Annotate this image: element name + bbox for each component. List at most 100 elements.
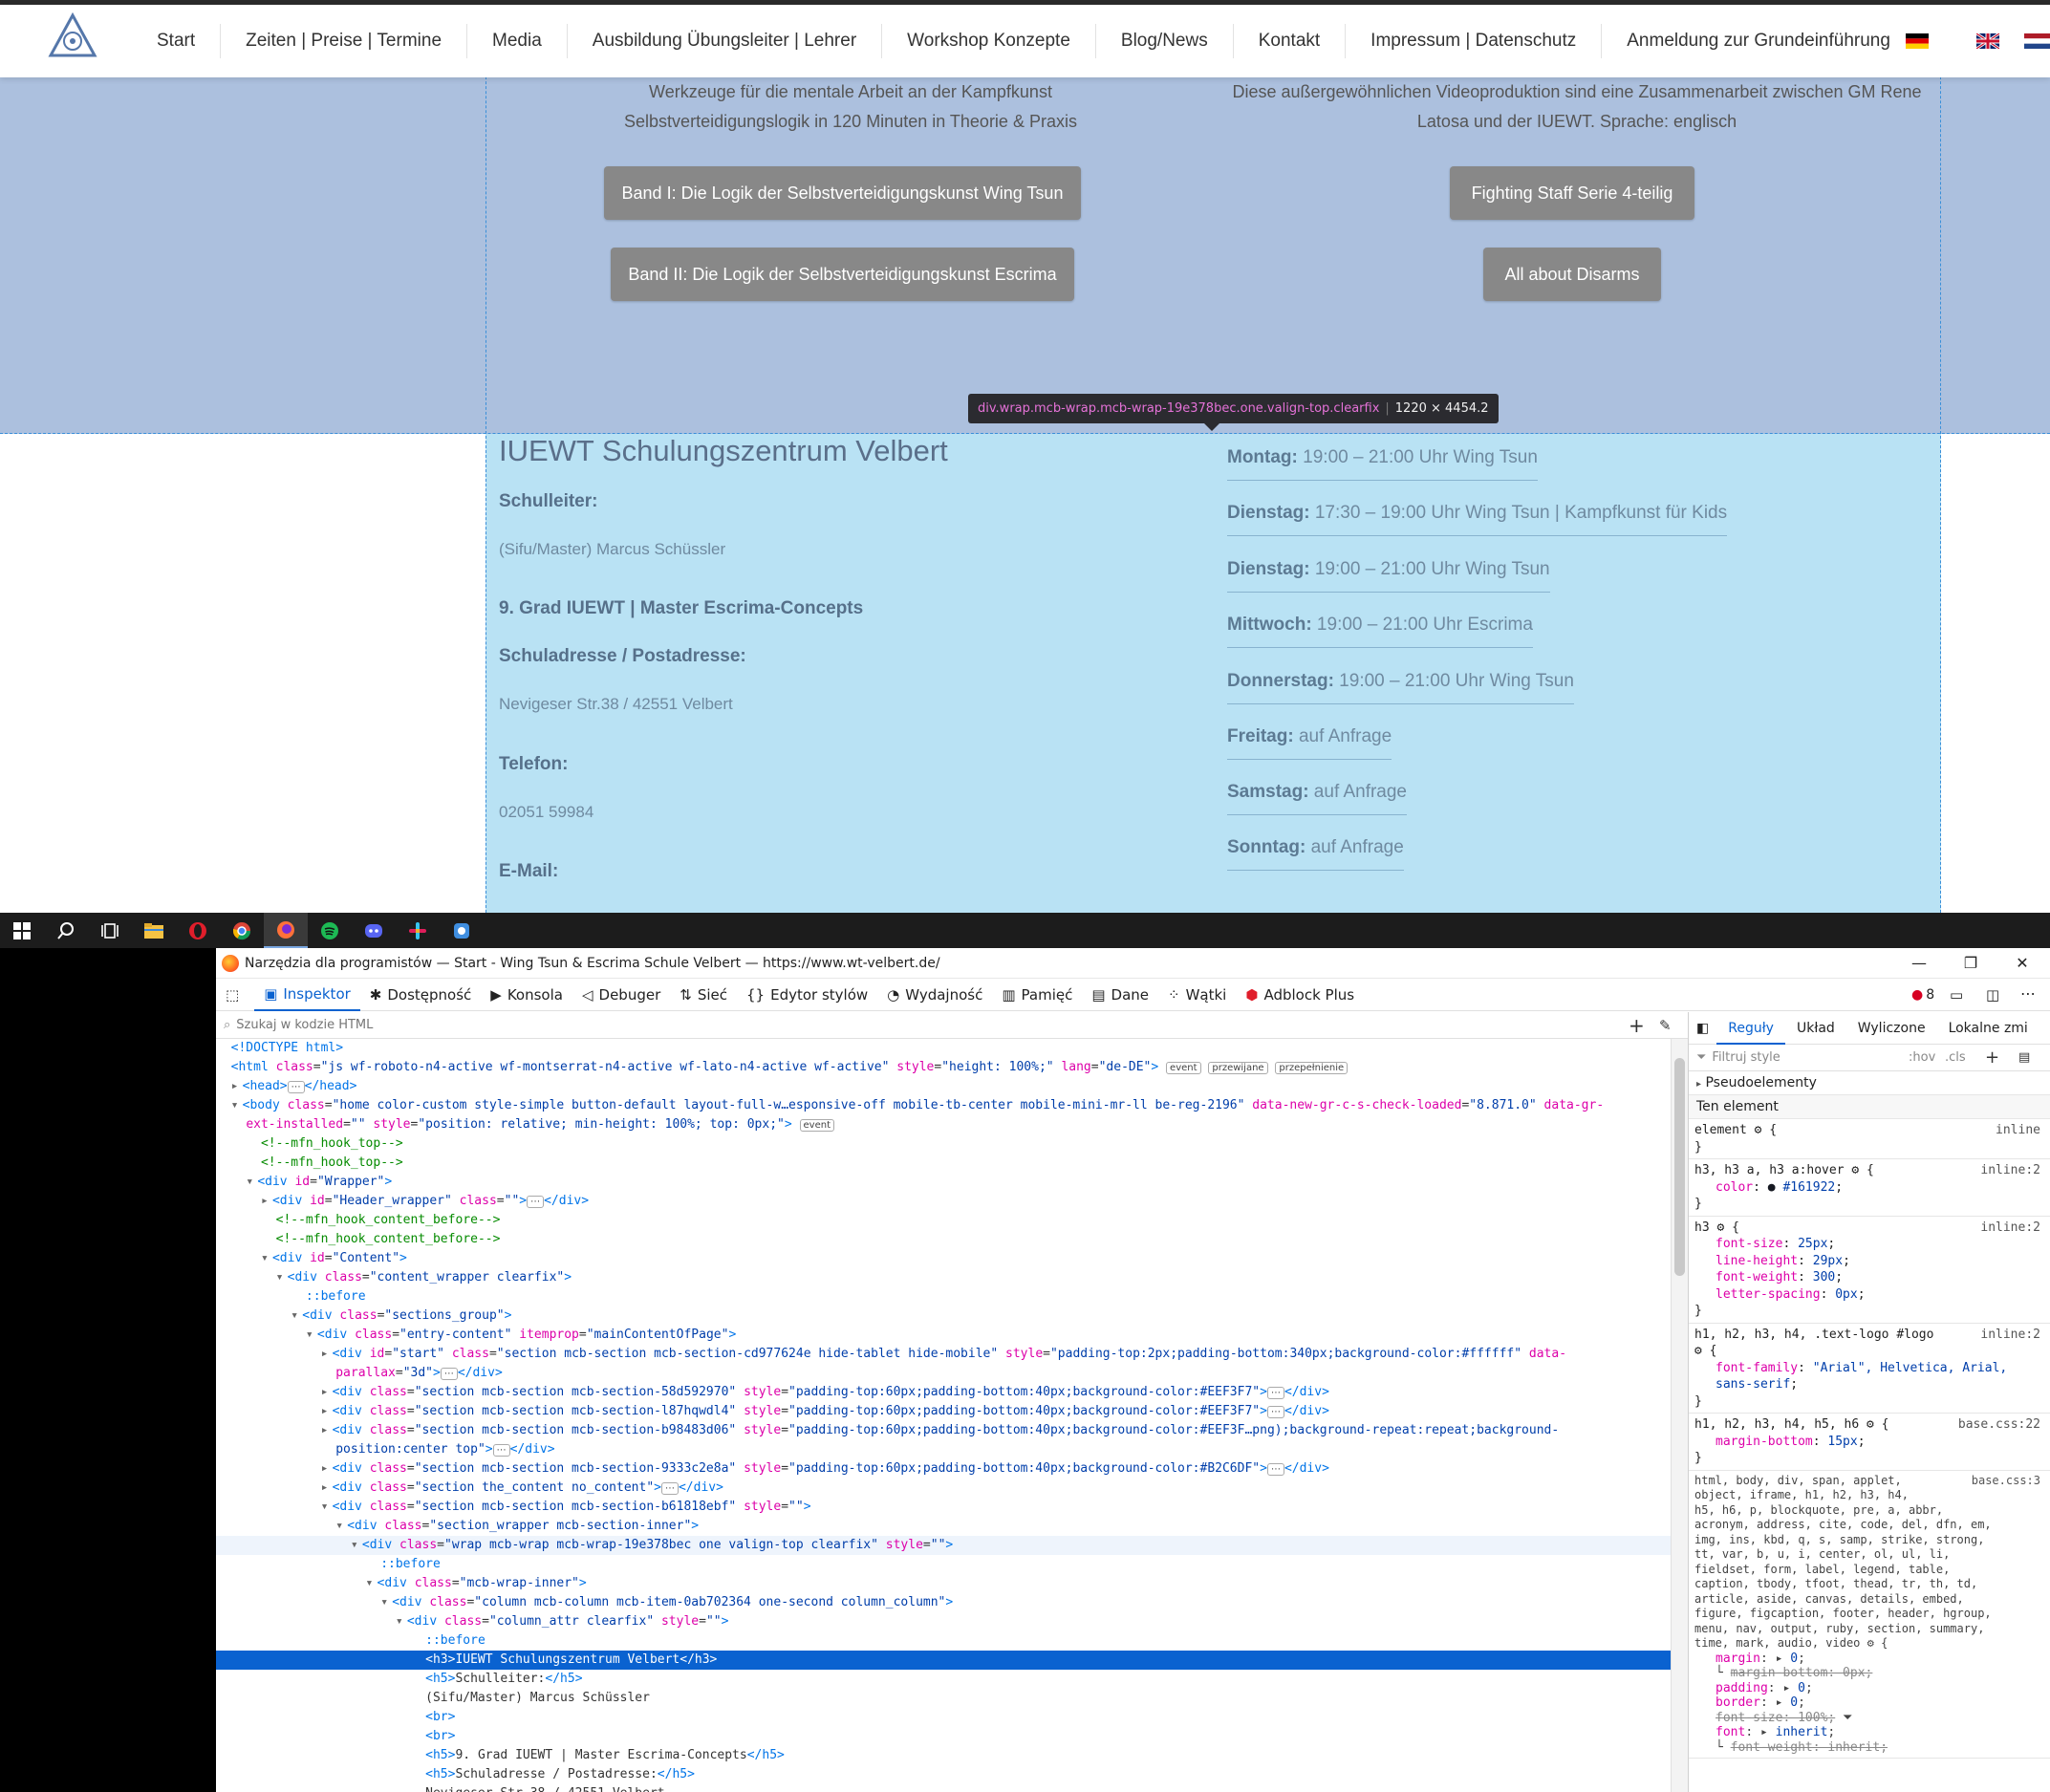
more-options-icon[interactable]: ⋯ xyxy=(2020,984,2036,1003)
german-flag-icon[interactable] xyxy=(1906,33,1929,49)
spotify-icon[interactable] xyxy=(308,913,352,948)
tree-line[interactable]: Nevigeser Str.38 / 42551 Velbert xyxy=(216,1784,1671,1792)
responsive-mode-icon[interactable]: ▭ xyxy=(1950,986,1963,1004)
tree-line[interactable]: ▾ <div id="Content"> xyxy=(216,1249,1671,1268)
band1-button[interactable]: Band I: Die Logik der Selbstverteidigung… xyxy=(604,166,1081,220)
tree-line[interactable]: <html class="js wf-roboto-n4-active wf-m… xyxy=(216,1058,1671,1077)
app-icon[interactable] xyxy=(440,913,484,948)
tree-line[interactable]: ▸ <div class="section mcb-section mcb-sec… xyxy=(216,1459,1671,1479)
tab-layout[interactable]: Układ xyxy=(1785,1012,1846,1045)
sidebar-toggle-icon[interactable]: ◧ xyxy=(1689,1012,1716,1045)
tree-line[interactable]: ::before xyxy=(216,1631,1671,1651)
tab-style-editor[interactable]: {} Edytor stylów xyxy=(737,979,877,1011)
tab-accessibility[interactable]: ✱ Dostępność xyxy=(360,979,482,1011)
firefox-icon[interactable] xyxy=(264,913,308,948)
nav-workshop[interactable]: Workshop Konzepte xyxy=(882,24,1096,58)
nav-start[interactable]: Start xyxy=(132,24,222,58)
scrollbar-thumb[interactable] xyxy=(1674,1058,1685,1276)
tree-line[interactable]: ▾ <body class="home color-custom style-si… xyxy=(216,1096,1671,1115)
chrome-icon[interactable] xyxy=(220,913,264,948)
tree-line[interactable]: ▾ <div class="column_attr clearfix" style… xyxy=(216,1612,1671,1631)
add-node-icon[interactable]: + xyxy=(1629,1014,1645,1037)
tree-line[interactable]: ▾ <div id="Wrapper"> xyxy=(216,1173,1671,1192)
eyedropper-icon[interactable]: ✎ xyxy=(1659,1017,1672,1034)
tab-console[interactable]: ▶ Konsola xyxy=(481,979,572,1011)
tree-line[interactable]: ▾ <div class="mcb-wrap-inner"> xyxy=(216,1574,1671,1593)
tree-line[interactable]: <h5>9. Grad IUEWT | Master Escrima-Conce… xyxy=(216,1746,1671,1765)
nav-anmeldung[interactable]: Anmeldung zur Grundeinführung xyxy=(1602,24,1915,58)
filter-styles-input[interactable]: Filtruj style xyxy=(1712,1050,1780,1065)
band2-button[interactable]: Band II: Die Logik der Selbstverteidigun… xyxy=(611,248,1074,301)
dock-icon[interactable]: ◫ xyxy=(1986,986,1999,1004)
rule-h3-font[interactable]: h3 ⚙ {inline:2 font-size: 25px; line-hei… xyxy=(1689,1217,2050,1324)
tab-debugger[interactable]: ◁ Debuger xyxy=(572,979,670,1011)
nav-impressum[interactable]: Impressum | Datenschutz xyxy=(1346,24,1603,58)
tab-network[interactable]: ⇅ Sieć xyxy=(670,979,737,1011)
element-picker-icon[interactable]: ⬚ xyxy=(216,979,254,1011)
tree-line[interactable]: ▾ <div class="section mcb-section mcb-sec… xyxy=(216,1498,1671,1517)
tab-threads[interactable]: ⁘ Wątki xyxy=(1158,979,1236,1011)
tree-line[interactable]: <br> xyxy=(216,1708,1671,1727)
file-explorer-icon[interactable] xyxy=(132,913,176,948)
tree-line[interactable]: ext-installed="" style="position: relati… xyxy=(216,1115,1671,1134)
fighting-staff-button[interactable]: Fighting Staff Serie 4-teilig xyxy=(1450,166,1694,220)
tree-line[interactable]: ▸ <div id="Header_wrapper" class=""> ⋯ </di… xyxy=(216,1192,1671,1211)
tree-line[interactable]: ▾ <div class="section_wrapper mcb-section… xyxy=(216,1517,1671,1536)
search-icon[interactable] xyxy=(44,913,88,948)
class-toggle[interactable]: .cls xyxy=(1945,1050,1966,1065)
tree-line[interactable]: <!--mfn_hook_top--> xyxy=(216,1154,1671,1173)
tree-line[interactable]: position:center top"> ⋯ </div> xyxy=(216,1440,1671,1459)
nav-zeiten[interactable]: Zeiten | Preise | Termine xyxy=(221,24,468,58)
windows-start-icon[interactable] xyxy=(0,913,44,948)
tab-rules[interactable]: Reguły xyxy=(1716,1012,1785,1045)
html-search-input[interactable] xyxy=(236,1018,1097,1032)
tree-line[interactable]: ▸ <div id="start" class="section mcb-sect… xyxy=(216,1345,1671,1364)
tree-line[interactable]: ▸ <div class="section mcb-section mcb-sec… xyxy=(216,1402,1671,1421)
opera-icon[interactable] xyxy=(176,913,220,948)
tree-line-selected[interactable]: <h3>IUEWT Schulungszentrum Velbert</h3> xyxy=(216,1651,1671,1670)
tree-line[interactable]: ▾ <div class="entry-content" itemprop="ma… xyxy=(216,1326,1671,1345)
close-icon[interactable]: ✕ xyxy=(1996,948,2048,979)
nav-blog[interactable]: Blog/News xyxy=(1096,24,1234,58)
pseudo-elements-toggle[interactable]: ▸ Pseudoelementy xyxy=(1689,1071,2050,1095)
nav-kontakt[interactable]: Kontakt xyxy=(1234,24,1347,58)
tree-line[interactable]: <h5>Schulleiter:</h5> xyxy=(216,1670,1671,1689)
error-counter[interactable]: ● 8 xyxy=(1911,979,1934,1011)
tree-line[interactable]: ▾ <div class="column mcb-column mcb-item-… xyxy=(216,1593,1671,1612)
html-tree-scrollbar[interactable] xyxy=(1671,1039,1688,1792)
tree-line[interactable]: parallax="3d"> ⋯ </div> xyxy=(216,1364,1671,1383)
rule-h3-color[interactable]: h3, h3 a, h3 a:hover ⚙ {inline:2 color: ●… xyxy=(1689,1159,2050,1217)
school-logo-icon[interactable] xyxy=(48,12,97,58)
task-view-icon[interactable] xyxy=(88,913,132,948)
uk-flag-icon[interactable] xyxy=(1976,33,1999,49)
rule-reset[interactable]: html, body, div, span, applet, base.css:3… xyxy=(1689,1471,2050,1759)
maximize-icon[interactable]: ❐ xyxy=(1945,948,1996,979)
tree-line[interactable]: <br> xyxy=(216,1727,1671,1746)
tree-line[interactable]: ::before xyxy=(216,1287,1671,1306)
tree-line[interactable]: ▸ <div class="section the_content no_cont… xyxy=(216,1479,1671,1498)
rule-heading-font-family[interactable]: h1, h2, h3, h4, .text-logo #logo inline:2… xyxy=(1689,1324,2050,1414)
tab-computed[interactable]: Wyliczone xyxy=(1846,1012,1937,1045)
slack-icon[interactable] xyxy=(396,913,440,948)
tree-line[interactable]: ▾ <div class="wrap mcb-wrap mcb-wrap-19e3… xyxy=(216,1536,1671,1555)
tab-performance[interactable]: ◔ Wydajność xyxy=(877,979,992,1011)
nav-ausbildung[interactable]: Ausbildung Übungsleiter | Lehrer xyxy=(568,24,883,58)
tab-storage[interactable]: ▤ Dane xyxy=(1082,979,1158,1011)
tab-memory[interactable]: ▥ Pamięć xyxy=(992,979,1082,1011)
rule-element[interactable]: element ⚙ {inline} xyxy=(1689,1119,2050,1159)
tree-line[interactable]: ▸ <div class="section mcb-section mcb-sec… xyxy=(216,1421,1671,1440)
tree-line[interactable]: <!--mfn_hook_content_before--> xyxy=(216,1211,1671,1230)
tree-line[interactable]: ▸ <div class="section mcb-section mcb-sec… xyxy=(216,1383,1671,1402)
tree-line[interactable]: ▾ <div class="content_wrapper clearfix"> xyxy=(216,1268,1671,1287)
netherlands-flag-icon[interactable] xyxy=(2024,33,2050,49)
tree-line[interactable]: ▸ <head> ⋯ </head> xyxy=(216,1077,1671,1096)
tree-line[interactable]: <!DOCTYPE html> xyxy=(216,1039,1671,1058)
tab-changes[interactable]: Lokalne zmi xyxy=(1937,1012,2039,1045)
tab-adblock[interactable]: ⬢ Adblock Plus xyxy=(1236,979,1364,1011)
disarms-button[interactable]: All about Disarms xyxy=(1483,248,1661,301)
nav-media[interactable]: Media xyxy=(467,24,568,58)
hover-toggle[interactable]: :hov xyxy=(1909,1050,1935,1065)
tree-line[interactable]: ::before xyxy=(216,1555,1671,1574)
rule-heading-margin[interactable]: h1, h2, h3, h4, h5, h6 ⚙ {base.css:22 ma… xyxy=(1689,1414,2050,1471)
tree-line[interactable]: <h5>Schuladresse / Postadresse:</h5> xyxy=(216,1765,1671,1784)
